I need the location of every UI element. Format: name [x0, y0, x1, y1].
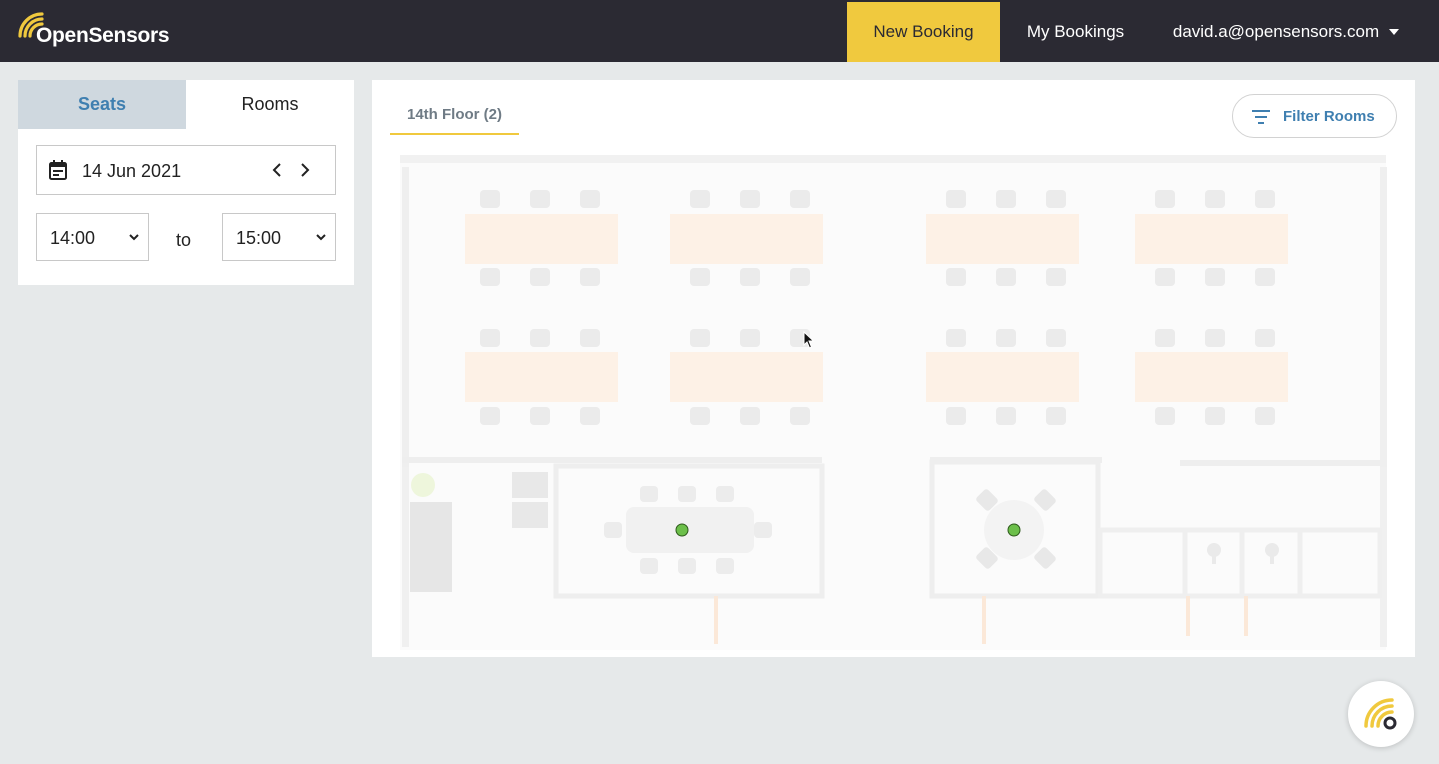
brand-name: OpenSensors: [36, 24, 170, 47]
time-range-connector: to: [176, 230, 192, 250]
start-time-value: 14:00: [50, 228, 96, 248]
user-menu[interactable]: david.a@opensensors.com: [1151, 2, 1421, 62]
next-day-icon[interactable]: [295, 158, 315, 182]
filter-rooms-label: Filter Rooms: [1283, 108, 1375, 125]
previous-day-icon[interactable]: [267, 158, 287, 182]
tab-seats[interactable]: Seats: [18, 80, 186, 129]
tab-rooms[interactable]: Rooms: [186, 80, 354, 129]
calendar-icon: [49, 160, 67, 180]
date-picker[interactable]: 14 Jun 2021: [36, 145, 336, 195]
top-navbar: OpenSensors New Booking My Bookings davi…: [0, 0, 1439, 62]
chevron-down-icon: [316, 234, 326, 241]
booking-panel: Seats Rooms 14 Jun 2021 14:00 to 15:00: [18, 80, 354, 285]
opensensors-logo[interactable]: OpenSensors: [16, 10, 176, 52]
caret-down-icon: [1389, 28, 1400, 35]
tab-14th-floor[interactable]: 14th Floor (2): [390, 94, 519, 135]
opensensors-signal-icon: [1364, 698, 1397, 730]
room-available-marker[interactable]: [1007, 523, 1021, 537]
filter-rooms-button[interactable]: Filter Rooms: [1232, 94, 1397, 138]
end-time-value: 15:00: [236, 228, 282, 248]
floor-plan: [400, 155, 1387, 650]
user-email: david.a@opensensors.com: [1172, 22, 1380, 41]
filter-icon: [1252, 110, 1270, 124]
new-booking-link[interactable]: New Booking: [847, 2, 1000, 62]
end-time-select[interactable]: 15:00: [222, 213, 336, 261]
start-time-select[interactable]: 14:00: [36, 213, 149, 261]
room-available-marker[interactable]: [675, 523, 689, 537]
selected-date: 14 Jun 2021: [82, 161, 182, 181]
my-bookings-link[interactable]: My Bookings: [1000, 2, 1151, 62]
floor-map-card: 14th Floor (2) Filter Rooms: [372, 80, 1415, 657]
chevron-down-icon: [129, 234, 139, 241]
mouse-cursor-icon: [803, 331, 815, 349]
help-chat-button[interactable]: [1348, 681, 1414, 747]
